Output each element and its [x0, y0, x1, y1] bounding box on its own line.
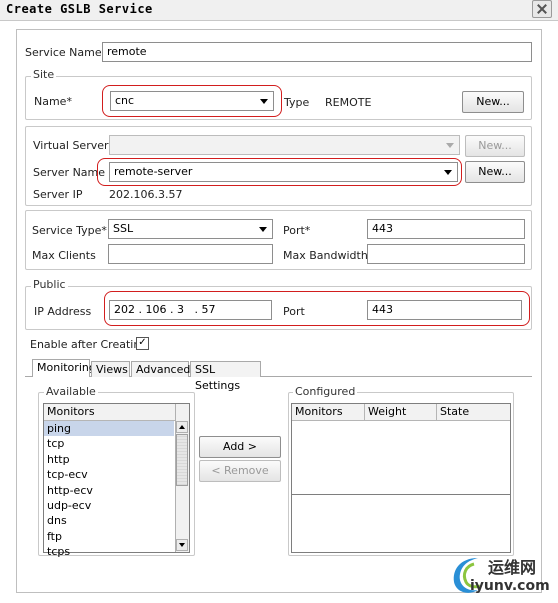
- add-button[interactable]: Add >: [199, 436, 281, 458]
- enable-after-creating-checkbox[interactable]: ✓: [136, 337, 149, 350]
- site-name-label: Name*: [34, 95, 72, 108]
- list-item[interactable]: tcp: [44, 436, 174, 451]
- title-bar: Create GSLB Service: [0, 0, 558, 21]
- tab-advanced[interactable]: Advanced: [131, 361, 190, 377]
- list-item[interactable]: tcp-ecv: [44, 467, 174, 482]
- port-label: Port*: [283, 224, 311, 237]
- site-legend: Site: [31, 68, 57, 81]
- service-name-input[interactable]: remote: [102, 42, 532, 62]
- list-item[interactable]: http: [44, 452, 174, 467]
- available-scrollbar[interactable]: [175, 404, 189, 552]
- service-type-value: SSL: [113, 222, 134, 235]
- server-ip-value: 202.106.3.57: [109, 188, 183, 201]
- list-item[interactable]: ftp: [44, 529, 174, 544]
- max-bandwidth-input[interactable]: [367, 244, 525, 264]
- available-legend: Available: [44, 385, 98, 398]
- virtual-server-new-button[interactable]: New...: [465, 135, 525, 157]
- scroll-thumb[interactable]: [176, 434, 188, 486]
- configured-col-weight: Weight: [365, 404, 437, 420]
- window-title: Create GSLB Service: [6, 2, 153, 16]
- service-type-label: Service Type*: [32, 224, 107, 237]
- max-bandwidth-label: Max Bandwidth: [283, 249, 368, 262]
- watermark: 运维网 iyunv.com: [440, 552, 555, 600]
- configured-col-monitors: Monitors: [292, 404, 365, 420]
- configured-table[interactable]: Monitors Weight State: [291, 403, 511, 553]
- scroll-up-icon[interactable]: [176, 421, 188, 433]
- watermark-site: 运维网: [488, 558, 537, 577]
- service-type-select[interactable]: SSL: [108, 219, 273, 239]
- list-item[interactable]: ping: [44, 421, 174, 437]
- scroll-down-icon[interactable]: [176, 539, 188, 551]
- max-clients-input[interactable]: [108, 244, 273, 264]
- server-ip-label: Server IP: [33, 188, 83, 201]
- close-icon[interactable]: [532, 0, 552, 18]
- tab-ssl-settings[interactable]: SSL Settings: [190, 361, 261, 392]
- list-item[interactable]: udp-ecv: [44, 498, 174, 513]
- ip-address-label: IP Address: [34, 305, 92, 318]
- configured-col-state: State: [440, 405, 470, 418]
- tab-views[interactable]: Views: [91, 361, 130, 377]
- configured-legend: Configured: [293, 385, 358, 398]
- chevron-down-icon: [259, 227, 267, 232]
- virtual-server-select[interactable]: [109, 135, 460, 155]
- chevron-down-icon: [446, 143, 454, 148]
- available-list[interactable]: Monitors ping tcp http tcp-ecv http-ecv udp-e…: [43, 403, 190, 558]
- site-type-label: Type: [284, 96, 310, 109]
- site-type-value: REMOTE: [325, 96, 372, 109]
- highlight-public: [104, 291, 530, 326]
- service-name-label: Service Name*: [25, 46, 108, 59]
- configured-divider: [292, 494, 510, 495]
- highlight-site-name: [102, 85, 282, 117]
- configured-header-row: Monitors Weight State: [292, 404, 510, 421]
- highlight-server-name: [97, 158, 462, 186]
- remove-button[interactable]: < Remove: [199, 460, 281, 482]
- enable-after-creating-label: Enable after Creating: [30, 338, 148, 351]
- port-input[interactable]: 443: [367, 219, 525, 239]
- max-clients-label: Max Clients: [32, 249, 96, 262]
- available-list-header: Monitors: [44, 404, 175, 421]
- list-item[interactable]: dns: [44, 513, 174, 528]
- tab-monitoring[interactable]: Monitoring: [32, 359, 96, 377]
- server-new-button[interactable]: New...: [465, 161, 525, 183]
- list-item[interactable]: tcps: [44, 544, 174, 559]
- list-item[interactable]: http-ecv: [44, 483, 174, 498]
- available-items: ping tcp http tcp-ecv http-ecv udp-ecv dns ftp t…: [44, 421, 174, 560]
- public-legend: Public: [31, 278, 68, 291]
- server-name-label: Server Name: [33, 166, 106, 179]
- virtual-server-label: Virtual Server: [33, 139, 109, 152]
- site-new-button[interactable]: New...: [462, 91, 524, 113]
- watermark-domain: iyunv.com: [470, 578, 550, 594]
